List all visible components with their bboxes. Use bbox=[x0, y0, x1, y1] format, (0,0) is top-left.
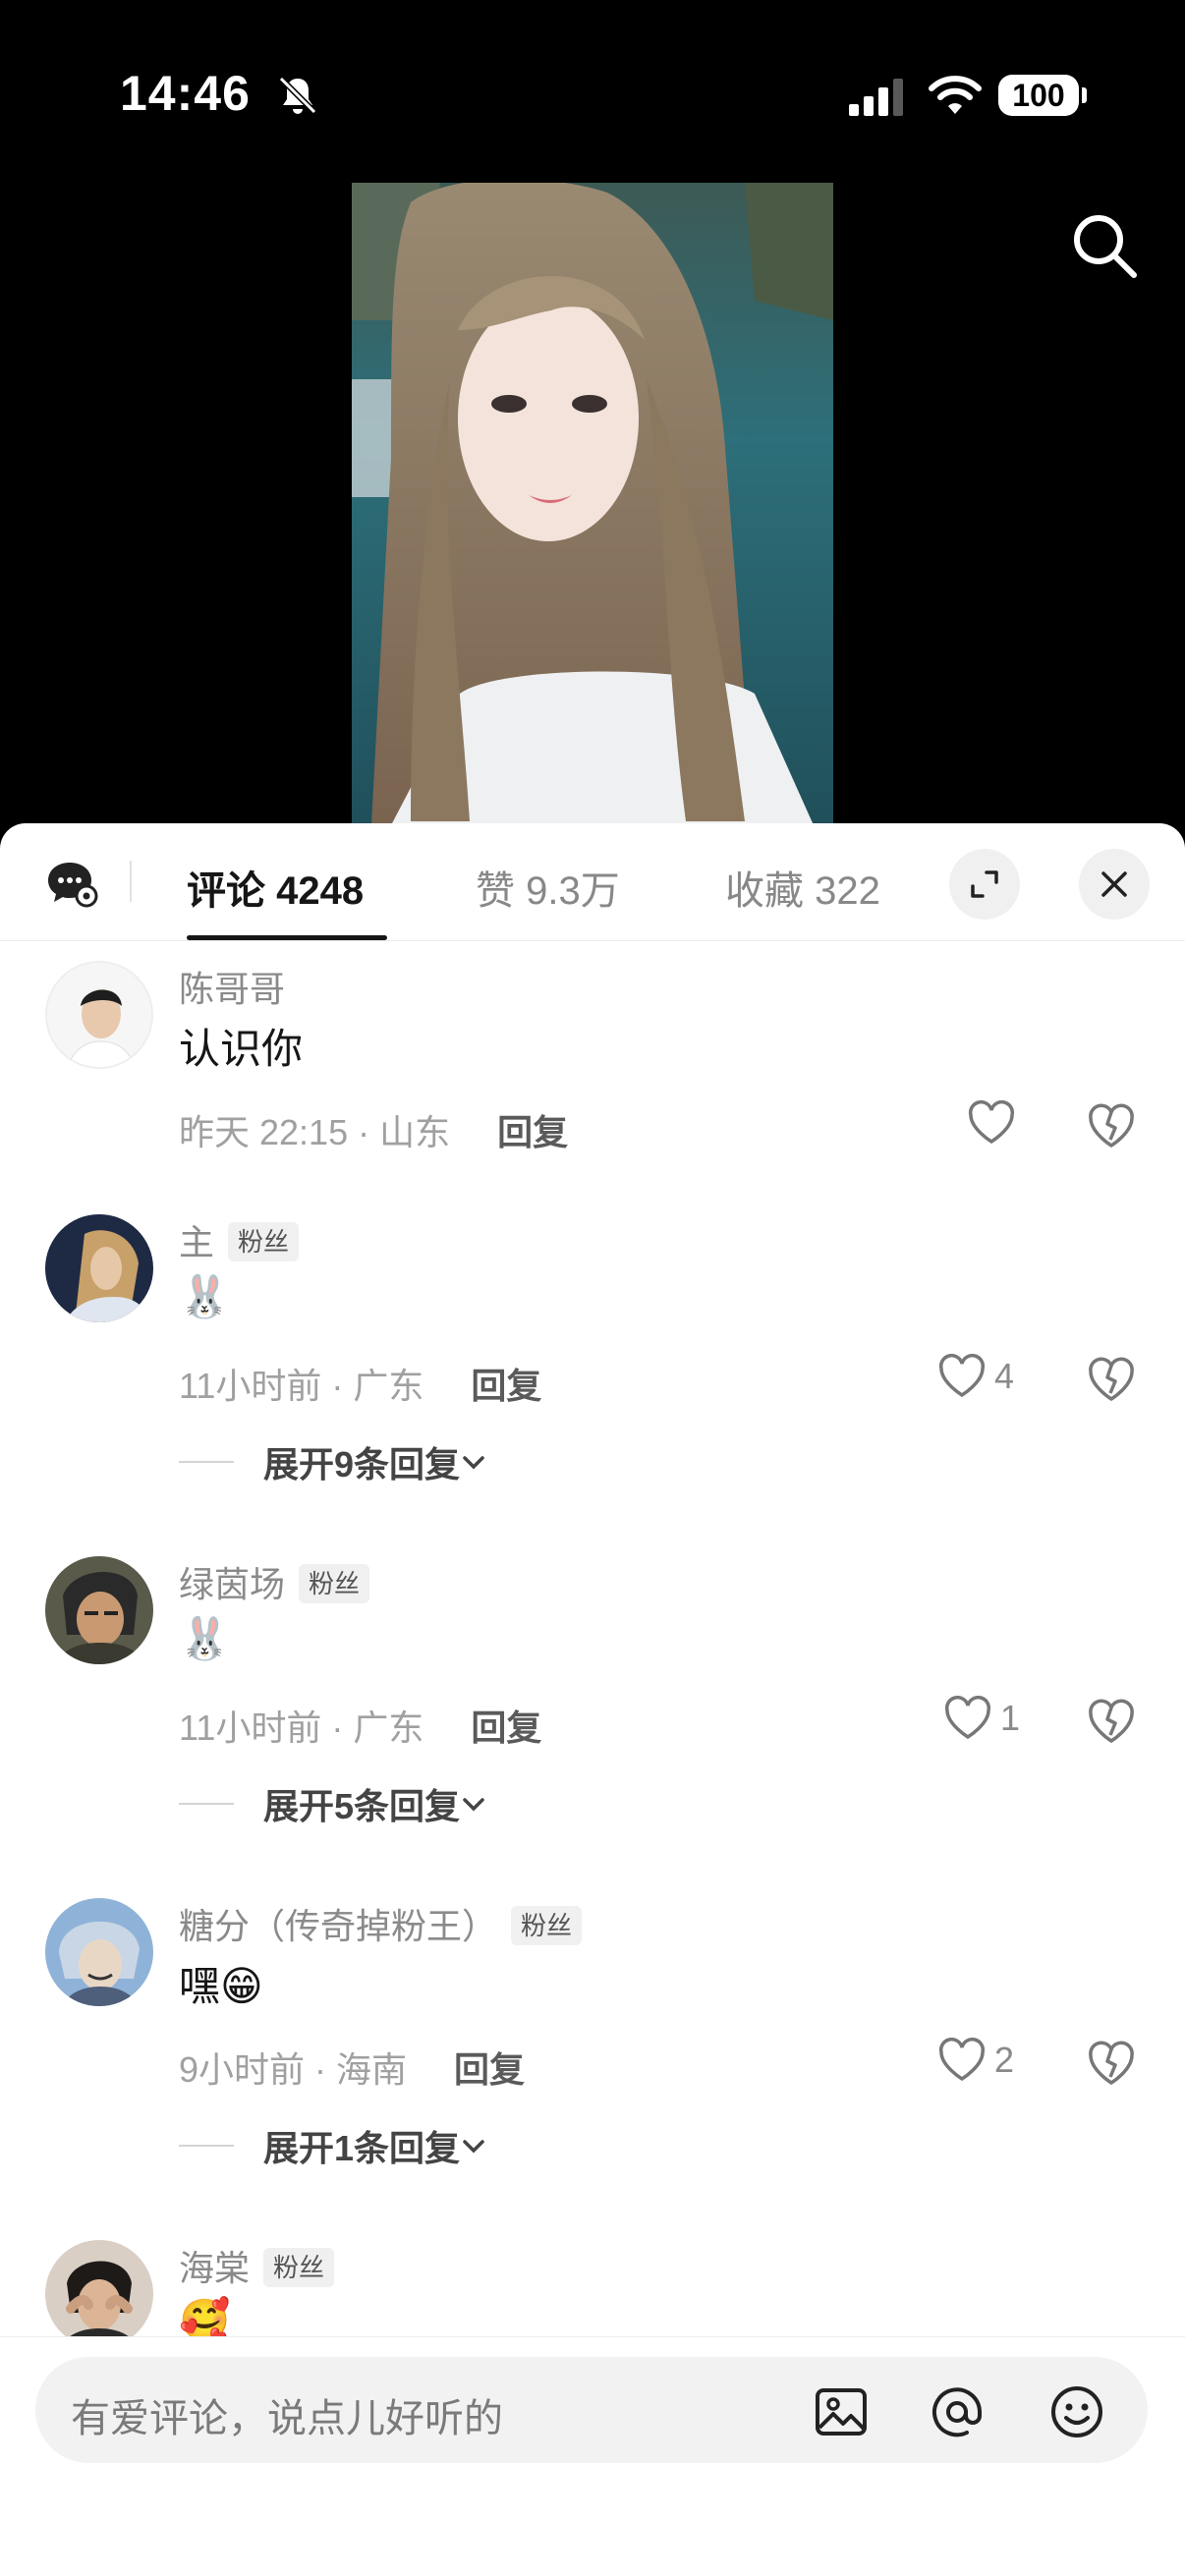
fan-badge: 粉丝 bbox=[263, 2248, 335, 2287]
comment-item: 主粉丝 🐰 11小时前 · 广东 回复 4 展开9条回复 bbox=[0, 1214, 1185, 1539]
avatar[interactable] bbox=[45, 961, 153, 1069]
comment-time-location: 11小时前 · 广东 bbox=[179, 1708, 424, 1748]
comment-content: 认识你 bbox=[179, 1026, 304, 1072]
broken-heart-icon[interactable] bbox=[1085, 2038, 1138, 2089]
status-time: 14:46 bbox=[120, 66, 251, 121]
active-tab-indicator bbox=[187, 935, 387, 940]
tab-favorites[interactable]: 收藏 322 bbox=[725, 859, 880, 916]
comment-input-bar: 有爱评论，说点儿好听的 bbox=[0, 2336, 1185, 2576]
expand-replies-button[interactable]: 展开9条回复 bbox=[179, 1436, 487, 1487]
like-count: 4 bbox=[994, 1356, 1015, 1396]
broken-heart-icon[interactable] bbox=[1085, 1354, 1138, 1405]
mute-icon bbox=[278, 76, 317, 115]
comment-time-location: 昨天 22:15 · 山东 bbox=[179, 1112, 451, 1152]
comment-time-location: 11小时前 · 广东 bbox=[179, 1366, 424, 1406]
comment-username[interactable]: 主粉丝 bbox=[179, 1214, 300, 1265]
at-icon[interactable] bbox=[928, 2382, 987, 2441]
comment-settings-icon[interactable] bbox=[45, 859, 98, 908]
username-text: 糖分（传奇掉粉王） bbox=[179, 1906, 498, 1946]
broken-heart-icon[interactable] bbox=[1085, 1696, 1138, 1747]
reply-button[interactable]: 回复 bbox=[471, 1366, 541, 1406]
expand-replies-label: 展开5条回复 bbox=[263, 1786, 461, 1826]
comment-content: 🐰 bbox=[179, 1273, 231, 1319]
reply-button[interactable]: 回复 bbox=[497, 1112, 568, 1152]
comment-item: 糖分（传奇掉粉王） 粉丝 嘿😁 9小时前 · 海南 回复 2 展开1条回复 bbox=[0, 1898, 1185, 2222]
avatar[interactable] bbox=[45, 1556, 153, 1664]
expand-replies-label: 展开1条回复 bbox=[263, 2128, 461, 2168]
wifi-icon bbox=[929, 76, 982, 114]
broken-heart-icon[interactable] bbox=[1085, 1100, 1138, 1151]
like-count: 2 bbox=[994, 2040, 1015, 2080]
comment-username[interactable]: 糖分（传奇掉粉王） 粉丝 bbox=[179, 1898, 583, 1949]
video-preview[interactable] bbox=[352, 183, 833, 825]
expand-icon bbox=[971, 870, 998, 898]
close-button[interactable] bbox=[1079, 849, 1150, 920]
fan-badge: 粉丝 bbox=[299, 1564, 370, 1603]
expand-divider bbox=[179, 1461, 234, 1463]
expand-replies-label: 展开9条回复 bbox=[263, 1444, 461, 1484]
like-button[interactable] bbox=[967, 1100, 1024, 1146]
heart-icon bbox=[944, 1696, 991, 1740]
expand-replies-button[interactable]: 展开1条回复 bbox=[179, 2120, 487, 2171]
fan-badge: 粉丝 bbox=[511, 1906, 583, 1945]
image-icon[interactable] bbox=[812, 2382, 871, 2441]
avatar[interactable] bbox=[45, 1898, 153, 2006]
close-icon bbox=[1101, 871, 1127, 897]
comment-username[interactable]: 绿茵场 粉丝 bbox=[179, 1556, 370, 1607]
signal-icon bbox=[849, 79, 903, 116]
like-count: 1 bbox=[1000, 1698, 1021, 1738]
avatar[interactable] bbox=[45, 2240, 153, 2348]
heart-icon bbox=[938, 1354, 986, 1398]
tab-comments[interactable]: 评论 4248 bbox=[187, 859, 364, 916]
battery-indicator: 100 bbox=[998, 75, 1087, 116]
video-thumbnail bbox=[352, 183, 833, 825]
comment-meta: 11小时前 · 广东 回复 bbox=[179, 1358, 541, 1409]
reply-button[interactable]: 回复 bbox=[471, 1708, 541, 1748]
like-button[interactable]: 2 bbox=[937, 2038, 1014, 2083]
comment-input[interactable]: 有爱评论，说点儿好听的 bbox=[35, 2357, 1148, 2463]
heart-icon bbox=[938, 2038, 986, 2082]
chevron-down-icon bbox=[463, 2140, 484, 2154]
status-bar: 14:46 100 bbox=[0, 0, 1185, 187]
expand-replies-button[interactable]: 展开5条回复 bbox=[179, 1778, 487, 1829]
expand-divider bbox=[179, 1803, 234, 1805]
tab-likes[interactable]: 赞 9.3万 bbox=[476, 859, 620, 916]
username-text: 主 bbox=[179, 1222, 215, 1262]
comment-content: 🐰 bbox=[179, 1615, 231, 1661]
expand-button[interactable] bbox=[949, 849, 1020, 920]
comment-time-location: 9小时前 · 海南 bbox=[179, 2049, 408, 2090]
expand-divider bbox=[179, 2145, 234, 2147]
comment-username[interactable]: 陈哥哥 bbox=[179, 961, 285, 1012]
comment-tabs: 评论 4248 赞 9.3万 收藏 322 bbox=[0, 823, 1185, 941]
username-text: 陈哥哥 bbox=[179, 969, 286, 1009]
comment-meta: 昨天 22:15 · 山东 回复 bbox=[179, 1104, 568, 1155]
fan-badge: 粉丝 bbox=[228, 1222, 300, 1261]
comment-username[interactable]: 海棠 粉丝 bbox=[179, 2240, 335, 2291]
comment-content: 嘿😁 bbox=[179, 1963, 263, 2009]
comment-sheet: 评论 4248 赞 9.3万 收藏 322 陈哥哥 认识你 昨天 22:15 ·… bbox=[0, 823, 1185, 2576]
chevron-down-icon bbox=[463, 1798, 484, 1812]
comment-item: 绿茵场 粉丝 🐰 11小时前 · 广东 回复 1 展开5条回复 bbox=[0, 1556, 1185, 1880]
comment-meta: 11小时前 · 广东 回复 bbox=[179, 1700, 541, 1751]
chevron-down-icon bbox=[463, 1456, 484, 1470]
reply-button[interactable]: 回复 bbox=[454, 2049, 525, 2090]
heart-icon bbox=[968, 1100, 1015, 1145]
like-button[interactable]: 4 bbox=[937, 1354, 1014, 1399]
search-icon[interactable] bbox=[1065, 206, 1144, 285]
comment-meta: 9小时前 · 海南 回复 bbox=[179, 2042, 525, 2093]
avatar[interactable] bbox=[45, 1214, 153, 1322]
comment-item: 陈哥哥 认识你 昨天 22:15 · 山东 回复 bbox=[0, 961, 1185, 1187]
username-text: 绿茵场 bbox=[179, 1564, 286, 1604]
emoji-icon[interactable] bbox=[1047, 2382, 1106, 2441]
tab-divider bbox=[130, 861, 132, 902]
comment-input-placeholder: 有爱评论，说点儿好听的 bbox=[71, 2397, 503, 2440]
like-button[interactable]: 1 bbox=[943, 1696, 1020, 1741]
username-text: 海棠 bbox=[179, 2248, 251, 2288]
